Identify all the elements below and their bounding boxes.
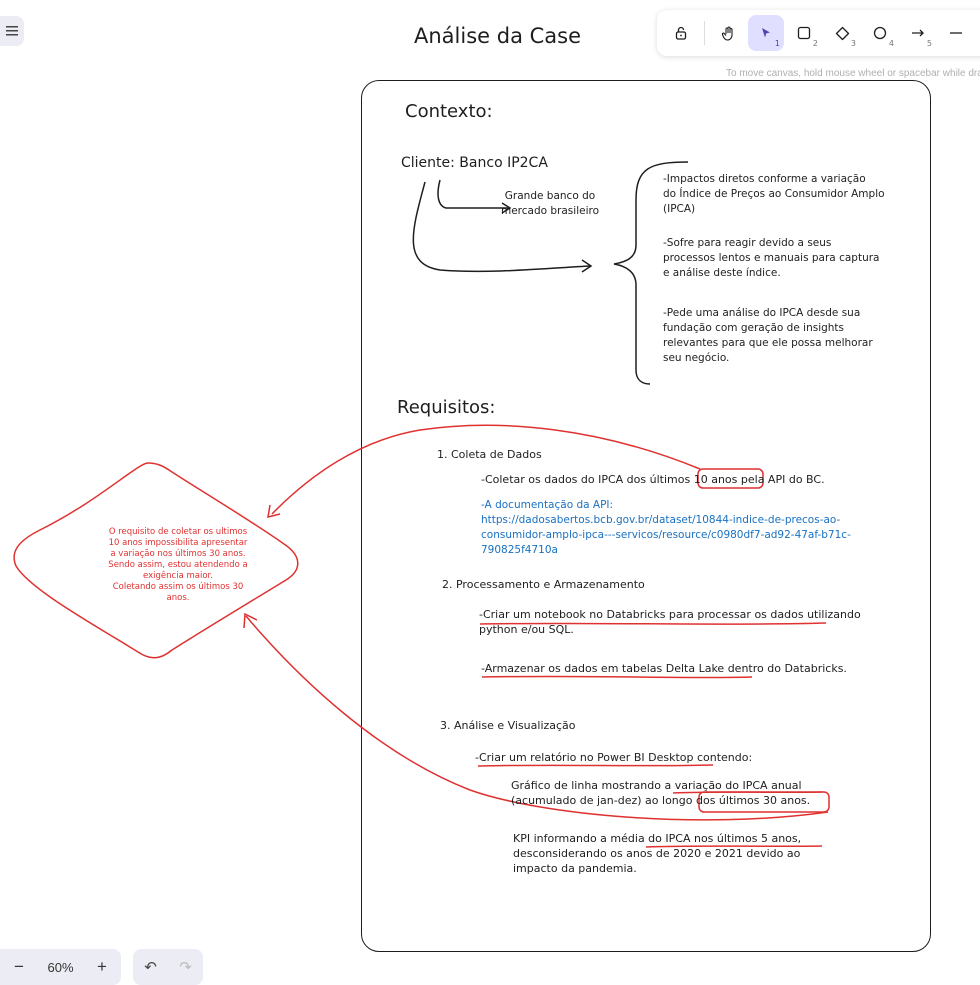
text-line: impacto da pandemia. <box>513 862 637 875</box>
drawing-layer <box>13 161 830 848</box>
text-line: fundação com geração de insights <box>663 322 845 334</box>
text-line: 790825f4710a <box>481 544 558 556</box>
text-line: Coletando assim os últimos 30 <box>112 582 244 592</box>
text-line: exigência maior. <box>143 571 213 581</box>
text-line: seu negócio. <box>663 352 730 364</box>
text-line: -Criar um notebook no Databricks para pr… <box>479 608 861 621</box>
text-line: e análise deste índice. <box>663 267 781 279</box>
history-controls: ↶ ↷ <box>133 949 203 985</box>
impactos-text[interactable]: -Impactos diretos conforme a variação do… <box>663 172 885 217</box>
text-line: desconsiderando os anos de 2020 e 2021 d… <box>513 847 801 860</box>
text-line: (IPCA) <box>663 203 696 215</box>
text-line: do Índice de Preços ao Consumidor Amplo <box>663 188 885 200</box>
cliente-label[interactable]: Cliente: Banco IP2CA <box>401 156 548 171</box>
text-line: O requisito de coletar os ultimos <box>108 527 248 537</box>
req2-delta-text[interactable]: -Armazenar os dados em tabelas Delta Lak… <box>481 661 847 676</box>
text-line: mercado brasileiro <box>500 205 600 217</box>
underline-powerbi[interactable] <box>477 764 714 767</box>
text-line: a variação nos últimos 30 anos. <box>110 549 246 559</box>
text-line: processos lentos e manuais para captura <box>663 252 880 264</box>
cliente-desc[interactable]: Grande banco do mercado brasileiro <box>497 189 603 219</box>
text-line: Grande banco do <box>504 190 596 202</box>
text-line: KPI informando a média do IPCA nos últim… <box>513 832 802 845</box>
sofre-text[interactable]: -Sofre para reagir devido a seus process… <box>663 236 879 281</box>
underline-delta[interactable] <box>481 675 753 679</box>
req3-powerbi-text[interactable]: -Criar um relatório no Power BI Desktop … <box>475 750 752 765</box>
pede-text[interactable]: -Pede uma análise do IPCA desde sua fund… <box>663 306 873 366</box>
zoom-controls: − 60% + <box>0 949 121 985</box>
text-span: pela API do BC. <box>740 473 825 486</box>
undo-icon[interactable]: ↶ <box>144 958 157 976</box>
text-line: python e/ou SQL. <box>479 623 574 636</box>
contexto-heading[interactable]: Contexto: <box>405 103 493 121</box>
text-line: -Impactos diretos conforme a variação <box>663 173 866 185</box>
text-line: relevantes para que ele possa melhorar <box>663 337 873 349</box>
text-line: Sendo assim, estou atendendo a <box>108 560 248 570</box>
requisitos-heading[interactable]: Requisitos: <box>397 399 496 417</box>
text-line: Gráfico de linha mostrando a variação do… <box>511 779 802 792</box>
text-line: -Pede uma análise do IPCA desde sua <box>663 307 861 319</box>
text-line: -Sofre para reagir devido a seus <box>663 237 832 249</box>
text-line: -A documentação da API: <box>481 499 614 511</box>
text-line: anos. <box>166 593 190 603</box>
grafico-text[interactable]: Gráfico de linha mostrando a variação do… <box>511 778 810 808</box>
text-span: últimos 30 anos. <box>718 794 811 807</box>
text-span: últimos 10 anos <box>649 473 738 486</box>
redo-icon[interactable]: ↷ <box>179 958 192 976</box>
req3-title[interactable]: 3. Análise e Visualização <box>440 718 576 733</box>
api-doc-text[interactable]: -A documentação da API: https://dadosabe… <box>481 498 851 558</box>
kpi-text[interactable]: KPI informando a média do IPCA nos últim… <box>513 831 801 876</box>
req2-notebook-text[interactable]: -Criar um notebook no Databricks para pr… <box>479 607 861 637</box>
text-span: (acumulado de jan-dez) ao longo dos <box>511 794 716 807</box>
zoom-reset-button[interactable]: 60% <box>47 960 73 975</box>
text-line: consumidor-amplo-ipca---servicos/resourc… <box>481 529 851 541</box>
text-line: https://dadosabertos.bcb.gov.br/dataset/… <box>481 514 841 526</box>
req1-text[interactable]: -Coletar os dados do IPCA dos últimos 10… <box>481 472 825 487</box>
req2-title[interactable]: 2. Processamento e Armazenamento <box>442 577 645 592</box>
text-line: 10 anos impossibilita apresentar <box>108 538 248 548</box>
zoom-in-button[interactable]: + <box>91 957 113 977</box>
req1-title[interactable]: 1. Coleta de Dados <box>437 447 542 462</box>
note-text[interactable]: O requisito de coletar os ultimos 10 ano… <box>78 527 278 604</box>
zoom-out-button[interactable]: − <box>8 957 30 977</box>
text-span: -Coletar os dados do IPCA dos <box>481 473 647 486</box>
